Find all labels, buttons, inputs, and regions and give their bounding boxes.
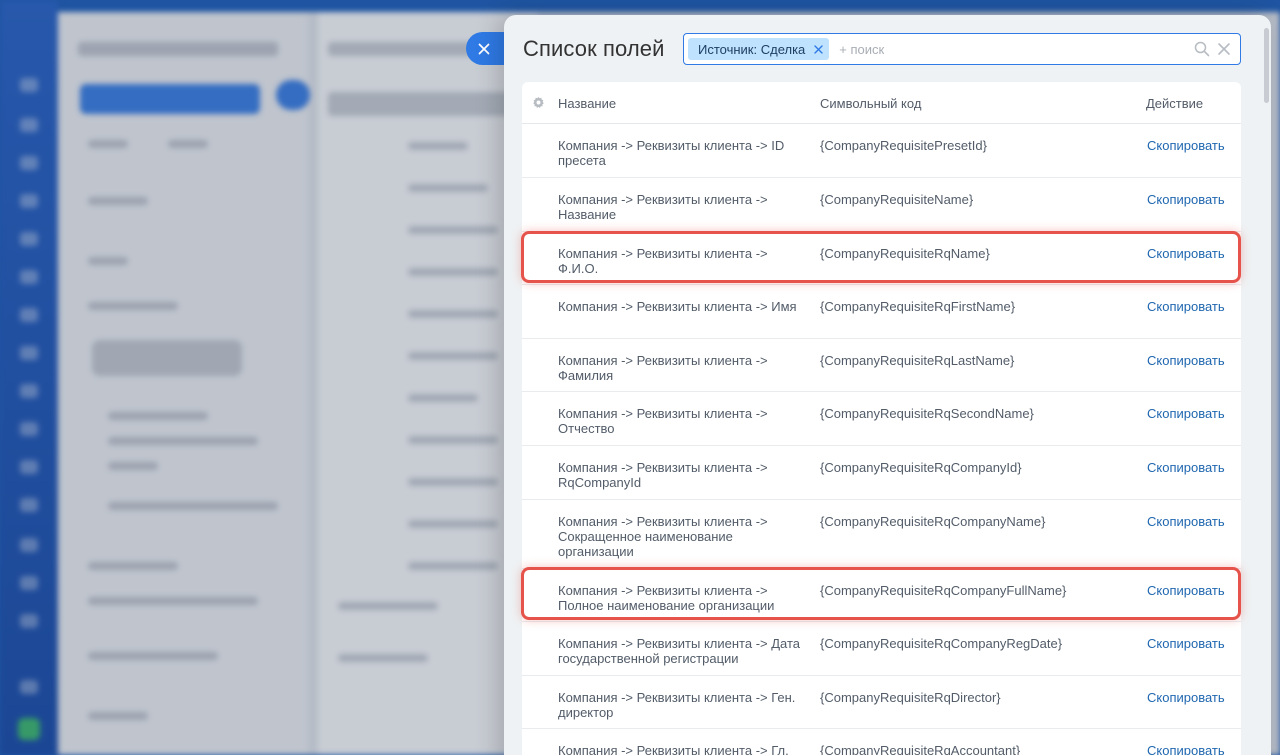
field-code: {CompanyRequisiteRqDirector} bbox=[820, 690, 1001, 705]
field-name: Компания -> Реквизиты клиента -> Ген. ди… bbox=[558, 690, 796, 720]
field-name: Компания -> Реквизиты клиента -> Гл. бух… bbox=[558, 743, 789, 755]
table-row: Компания -> Реквизиты клиента -> Полное … bbox=[522, 569, 1241, 622]
column-header-name[interactable]: Название bbox=[558, 96, 616, 111]
table-row: Компания -> Реквизиты клиента -> RqCompa… bbox=[522, 446, 1241, 500]
field-name: Компания -> Реквизиты клиента -> RqCompa… bbox=[558, 460, 768, 490]
field-code: {CompanyRequisiteRqCompanyRegDate} bbox=[820, 636, 1063, 651]
table-row: Компания -> Реквизиты клиента -> Названи… bbox=[522, 178, 1241, 232]
table-row: Компания -> Реквизиты клиента -> Сокраще… bbox=[522, 500, 1241, 569]
field-code: {CompanyRequisiteRqName} bbox=[820, 246, 990, 261]
field-code: {CompanyRequisiteRqSecondName} bbox=[820, 406, 1034, 421]
field-code: {CompanyRequisiteName} bbox=[820, 192, 974, 207]
table-row: Компания -> Реквизиты клиента -> Дата го… bbox=[522, 622, 1241, 676]
field-code: {CompanyRequisitePresetId} bbox=[820, 138, 987, 153]
scrollbar[interactable] bbox=[1264, 28, 1269, 103]
table-row: Компания -> Реквизиты клиента -> Отчеств… bbox=[522, 392, 1241, 446]
copy-link[interactable]: Скопировать bbox=[1147, 636, 1225, 651]
table-row: Компания -> Реквизиты клиента -> Ф.И.О. … bbox=[522, 232, 1241, 285]
table-row: Компания -> Реквизиты клиента -> ID прес… bbox=[522, 124, 1241, 178]
column-header-action: Действие bbox=[1146, 96, 1204, 111]
field-name: Компания -> Реквизиты клиента -> Сокраще… bbox=[558, 514, 768, 559]
column-header-code[interactable]: Символьный код bbox=[820, 96, 921, 111]
table-header: Название Символьный код Действие bbox=[522, 82, 1241, 124]
copy-link[interactable]: Скопировать bbox=[1147, 353, 1225, 368]
field-code: {CompanyRequisiteRqAccountant} bbox=[820, 743, 1021, 755]
chip-remove-icon[interactable] bbox=[814, 44, 823, 54]
search-input[interactable]: + поиск bbox=[839, 42, 884, 57]
copy-link[interactable]: Скопировать bbox=[1147, 460, 1225, 475]
field-name: Компания -> Реквизиты клиента -> Ф.И.О. bbox=[558, 246, 768, 276]
copy-link[interactable]: Скопировать bbox=[1147, 743, 1225, 755]
field-name: Компания -> Реквизиты клиента -> Имя bbox=[558, 299, 797, 314]
source-filter-chip[interactable]: Источник: Сделка bbox=[688, 38, 830, 60]
table-row: Компания -> Реквизиты клиента -> Имя {Co… bbox=[522, 285, 1241, 339]
field-name: Компания -> Реквизиты клиента -> Дата го… bbox=[558, 636, 801, 666]
copy-link[interactable]: Скопировать bbox=[1147, 583, 1225, 598]
table-row: Компания -> Реквизиты клиента -> Фамилия… bbox=[522, 339, 1241, 392]
panel-title: Список полей bbox=[523, 36, 665, 61]
copy-link[interactable]: Скопировать bbox=[1147, 138, 1225, 153]
copy-link[interactable]: Скопировать bbox=[1147, 299, 1225, 314]
field-name: Компания -> Реквизиты клиента -> Полное … bbox=[558, 583, 775, 613]
field-code: {CompanyRequisiteRqLastName} bbox=[820, 353, 1015, 368]
field-code: {CompanyRequisiteRqCompanyId} bbox=[820, 460, 1022, 475]
copy-link[interactable]: Скопировать bbox=[1147, 406, 1225, 421]
copy-link[interactable]: Скопировать bbox=[1147, 246, 1225, 261]
field-code: {CompanyRequisiteRqCompanyFullName} bbox=[820, 583, 1067, 598]
table-row: Компания -> Реквизиты клиента -> Гл. бух… bbox=[522, 729, 1241, 755]
clear-search-icon[interactable] bbox=[1216, 41, 1232, 57]
field-name: Компания -> Реквизиты клиента -> Названи… bbox=[558, 192, 768, 222]
fields-table: Название Символьный код Действие Компани… bbox=[522, 82, 1241, 755]
field-list-panel: Список полей Источник: Сделка + поиск На… bbox=[504, 15, 1271, 755]
field-name: Компания -> Реквизиты клиента -> Отчеств… bbox=[558, 406, 768, 436]
gear-icon[interactable] bbox=[532, 96, 545, 109]
search-icon[interactable] bbox=[1194, 41, 1210, 57]
source-filter-label: Источник: Сделка bbox=[698, 41, 806, 57]
field-code: {CompanyRequisiteRqCompanyName} bbox=[820, 514, 1046, 529]
copy-link[interactable]: Скопировать bbox=[1147, 690, 1225, 705]
copy-link[interactable]: Скопировать bbox=[1147, 192, 1225, 207]
copy-link[interactable]: Скопировать bbox=[1147, 514, 1225, 529]
close-icon bbox=[478, 43, 490, 54]
field-name: Компания -> Реквизиты клиента -> ID прес… bbox=[558, 138, 785, 168]
table-row: Компания -> Реквизиты клиента -> Ген. ди… bbox=[522, 676, 1241, 729]
field-name: Компания -> Реквизиты клиента -> Фамилия bbox=[558, 353, 768, 383]
field-code: {CompanyRequisiteRqFirstName} bbox=[820, 299, 1016, 314]
search-bar[interactable]: Источник: Сделка + поиск bbox=[683, 33, 1241, 65]
